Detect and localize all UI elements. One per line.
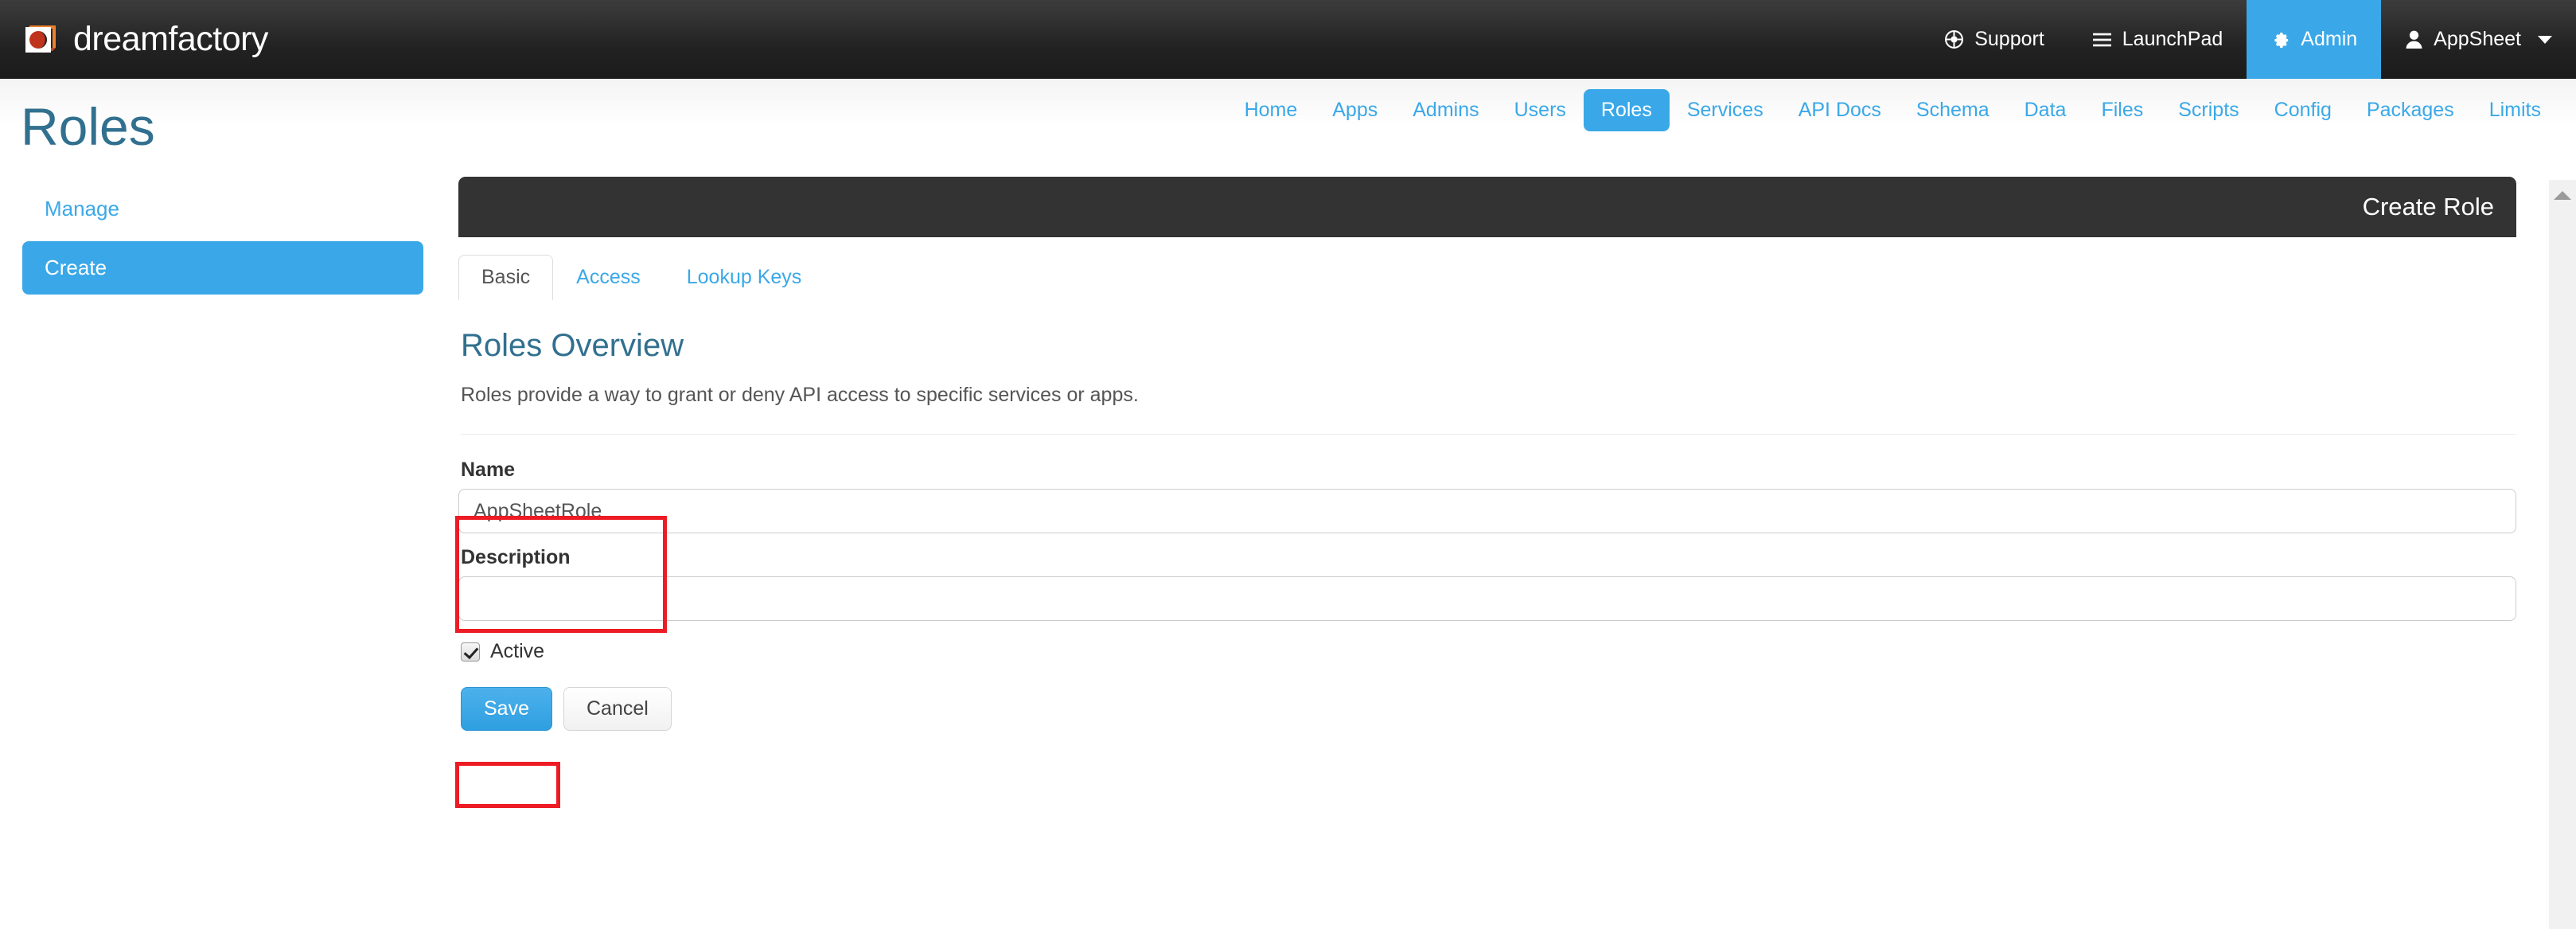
description-input[interactable] [458,576,2516,621]
sidebar-list: Manage Create [0,188,446,295]
tab-basic[interactable]: Basic [458,255,554,300]
topnav-label-appsheet: AppSheet [2434,28,2521,50]
main-panel: Create Role Basic Access Lookup Keys Rol… [458,177,2516,731]
vertical-scrollbar[interactable] [2549,180,2576,929]
tab-bar: Basic Access Lookup Keys [458,255,2516,300]
topnav-label-launchpad: LaunchPad [2122,28,2223,50]
gear-icon [2270,29,2290,49]
section-title: Roles Overview [461,328,684,363]
hamburger-icon [2092,32,2112,48]
nav-item-config[interactable]: Config [2257,89,2349,131]
tab-content-basic: Roles Overview Roles provide a way to gr… [458,299,2516,731]
top-navbar-links: Support LaunchPad Admin AppSheet [1920,0,2576,79]
dreamfactory-logo-icon [21,21,59,59]
nav-item-apps[interactable]: Apps [1315,89,1395,131]
form-actions: Save Cancel [461,687,2516,731]
chevron-down-icon [2538,35,2552,44]
active-checkbox-label: Active [490,640,545,662]
active-checkbox-row: Active [461,640,544,663]
description-field-label: Description [461,546,571,568]
nav-item-admins[interactable]: Admins [1395,89,1496,131]
topnav-item-admin[interactable]: Admin [2247,0,2382,79]
brand-name: dreamfactory [73,20,268,58]
brand-logo-link[interactable]: dreamfactory [0,0,268,79]
tab-access[interactable]: Access [553,255,664,300]
secondary-nav-links: Home Apps Admins Users Roles Services AP… [1227,89,2558,131]
name-field-label: Name [461,459,516,481]
nav-item-home[interactable]: Home [1227,89,1315,131]
nav-item-services[interactable]: Services [1670,89,1781,131]
sidebar-item-manage[interactable]: Manage [22,188,423,230]
nav-item-schema[interactable]: Schema [1899,89,2007,131]
page-title: Roles [21,97,155,156]
nav-item-limits[interactable]: Limits [2472,89,2558,131]
user-icon [2405,29,2423,49]
nav-item-users[interactable]: Users [1497,89,1584,131]
nav-item-packages[interactable]: Packages [2349,89,2472,131]
nav-item-roles[interactable]: Roles [1583,89,1670,131]
panel-header-title: Create Role [2362,193,2494,221]
active-checkbox-highlight-box [455,762,560,808]
nav-item-scripts[interactable]: Scripts [2161,89,2256,131]
cancel-button[interactable]: Cancel [563,687,672,731]
name-input[interactable] [458,489,2516,533]
description-field-group: Description [458,546,2516,621]
save-button[interactable]: Save [461,687,552,731]
tab-lookup-keys[interactable]: Lookup Keys [664,255,825,300]
active-checkbox[interactable] [461,642,480,662]
top-navbar: dreamfactory Support LaunchPad Admin App… [0,0,2576,79]
section-divider [461,434,2516,435]
section-description: Roles provide a way to grant or deny API… [461,384,1139,406]
topnav-label-admin: Admin [2301,28,2358,50]
topnav-item-appsheet-user-menu[interactable]: AppSheet [2381,0,2576,79]
sidebar-item-create[interactable]: Create [22,241,423,295]
topnav-label-support: Support [1974,28,2044,50]
sidebar: Roles Manage Create [0,88,446,295]
nav-item-files[interactable]: Files [2083,89,2161,131]
topnav-item-support[interactable]: Support [1920,0,2068,79]
lifebuoy-icon [1944,29,1964,49]
nav-item-data[interactable]: Data [2007,89,2084,131]
name-field-group: Name [458,459,2516,533]
panel-header: Create Role [458,177,2516,237]
topnav-item-launchpad[interactable]: LaunchPad [2068,0,2247,79]
triangle-up-icon[interactable] [2554,191,2571,200]
nav-item-api-docs[interactable]: API Docs [1781,89,1899,131]
